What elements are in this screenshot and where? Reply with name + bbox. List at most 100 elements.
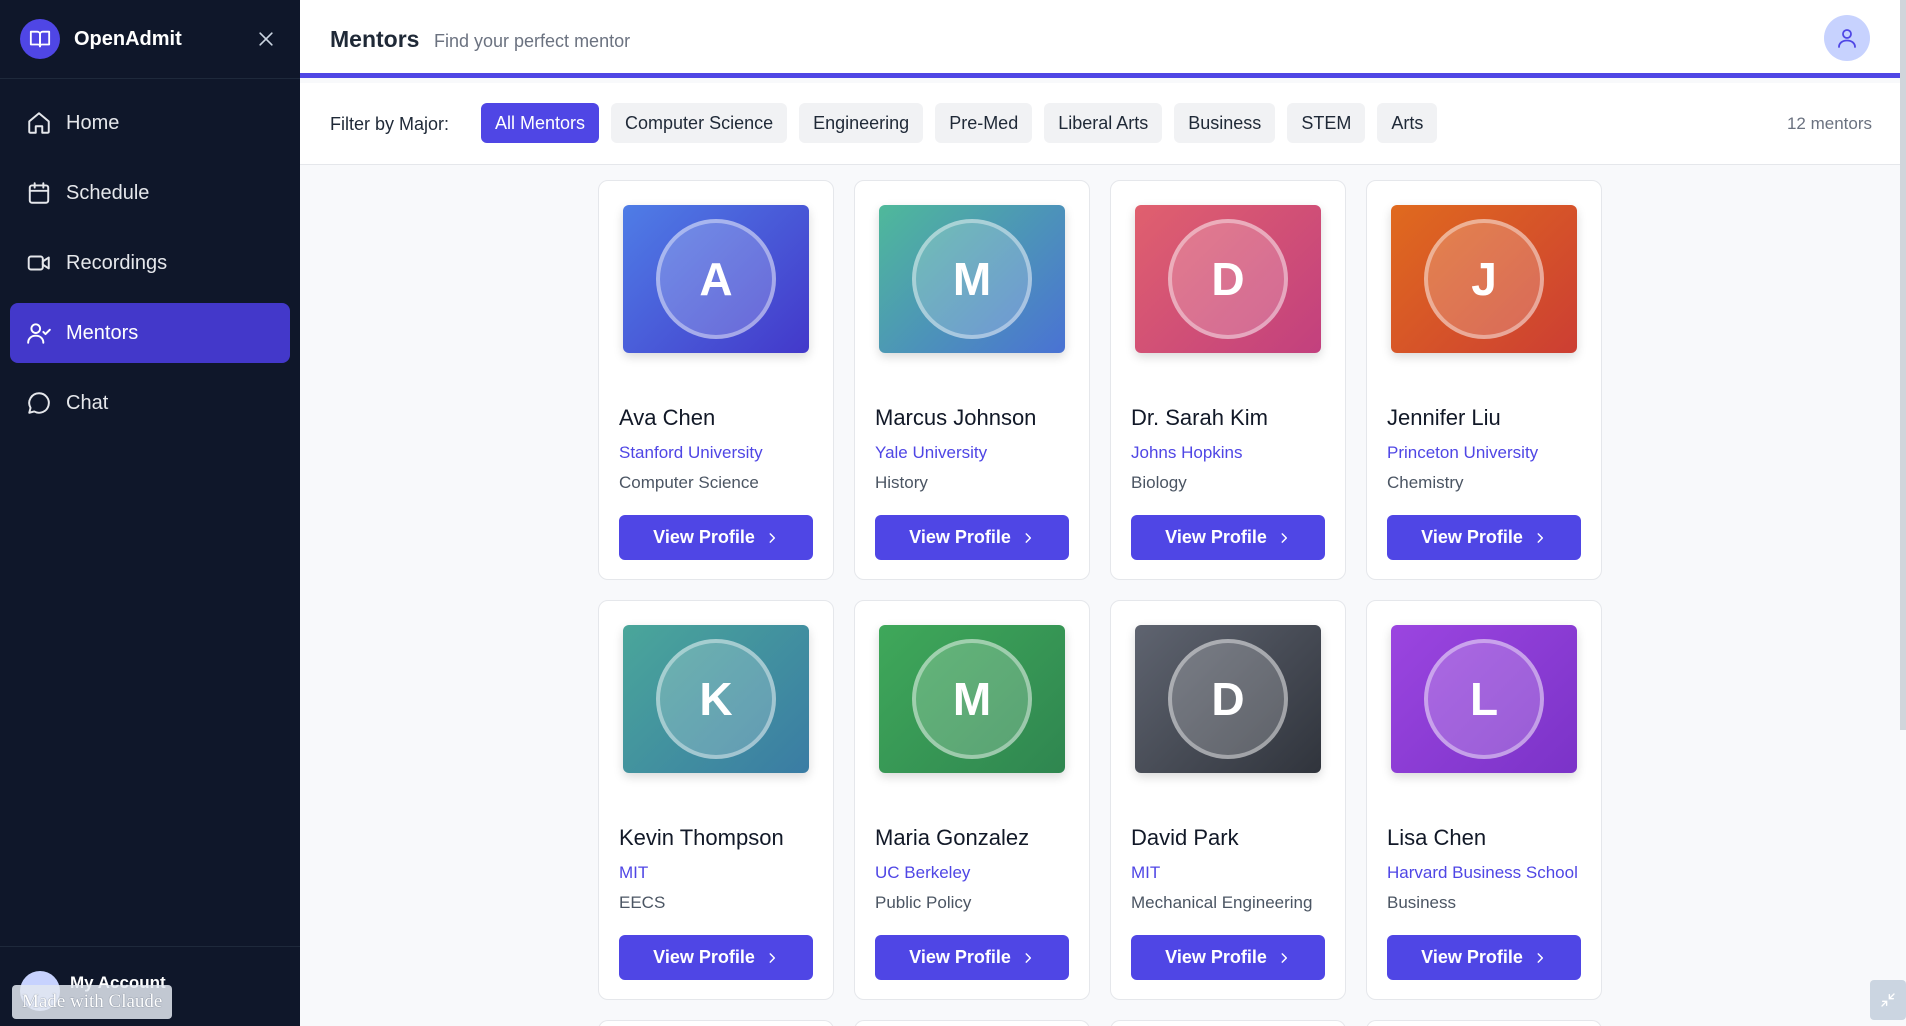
button-label: View Profile: [909, 947, 1011, 967]
mentor-grid: A Ava Chen Stanford University Computer …: [598, 180, 1602, 1000]
view-profile-button[interactable]: View Profile: [875, 515, 1069, 560]
mentor-initial: J: [1424, 219, 1544, 339]
mentor-avatar: M: [879, 205, 1065, 353]
sidebar-item-home[interactable]: Home: [10, 93, 290, 153]
mentor-card: [854, 1020, 1090, 1026]
app-name: OpenAdmit: [74, 27, 182, 50]
chevron-right-icon: [1537, 532, 1543, 543]
filter-chip-arts[interactable]: Arts: [1377, 103, 1438, 143]
sidebar-item-label: Schedule: [66, 181, 150, 204]
sidebar-item-recordings[interactable]: Recordings: [10, 233, 290, 293]
mentor-card: D David Park MIT Mechanical Engineering …: [1110, 600, 1346, 1000]
filter-chip-business[interactable]: Business: [1174, 103, 1276, 143]
mentor-card: [598, 1020, 834, 1026]
mentor-card: J Jennifer Liu Princeton University Chem…: [1366, 180, 1602, 580]
close-sidebar-button[interactable]: [252, 25, 280, 53]
mentor-initial: M: [912, 639, 1032, 759]
mentor-avatar: A: [623, 205, 809, 353]
mentor-school: MIT: [1131, 863, 1161, 882]
mentor-card: A Ava Chen Stanford University Computer …: [598, 180, 834, 580]
view-profile-button[interactable]: View Profile: [1131, 935, 1325, 980]
sidebar-item-chat[interactable]: Chat: [10, 373, 290, 433]
mentor-school: MIT: [619, 863, 649, 882]
calendar-icon: [28, 182, 50, 204]
mentor-initial: L: [1424, 639, 1544, 759]
view-profile-button[interactable]: View Profile: [1387, 935, 1581, 980]
chevron-right-icon: [1281, 532, 1287, 543]
mentor-name: Marcus Johnson: [875, 405, 1037, 430]
filter-chip-engineering[interactable]: Engineering: [799, 103, 924, 143]
chevron-right-icon: [1281, 952, 1287, 963]
mentor-school: Harvard Business School: [1387, 863, 1578, 882]
sidebar-item-label: Recordings: [66, 251, 168, 274]
mentor-major: Business: [1387, 893, 1456, 912]
sidebar-nav: Home Schedule Recordings Mentors Chat: [0, 79, 300, 457]
sidebar-item-schedule[interactable]: Schedule: [10, 163, 290, 223]
mentor-school: Stanford University: [619, 443, 763, 462]
mentor-major: Biology: [1131, 473, 1187, 492]
filter-chip-computer-science[interactable]: Computer Science: [611, 103, 788, 143]
mentor-initial: K: [656, 639, 776, 759]
chat-bubble-icon: [28, 392, 50, 414]
button-label: View Profile: [1165, 527, 1267, 547]
view-profile-button[interactable]: View Profile: [619, 935, 813, 980]
scrollbar[interactable]: [1900, 0, 1906, 730]
mentor-name: Maria Gonzalez: [875, 825, 1030, 850]
filter-chip-all-mentors[interactable]: All Mentors: [481, 103, 600, 143]
filter-chip-liberal-arts[interactable]: Liberal Arts: [1044, 103, 1163, 143]
mentor-major: Chemistry: [1387, 473, 1464, 492]
mentor-avatar: D: [1135, 625, 1321, 773]
mentor-count: 12 mentors: [1786, 114, 1872, 133]
mentor-major: Computer Science: [619, 473, 759, 492]
mentor-name: Dr. Sarah Kim: [1131, 405, 1268, 430]
filter-label: Filter by Major:: [330, 114, 450, 134]
chevron-right-icon: [769, 952, 775, 963]
made-with-badge[interactable]: Made with Claude: [12, 985, 173, 1019]
user-check-icon: [27, 323, 51, 344]
chevron-right-icon: [1537, 952, 1543, 963]
main-content: Mentors Find your perfect mentor Filter …: [300, 0, 1906, 1026]
chevron-right-icon: [1025, 532, 1031, 543]
mentor-card: [1110, 1020, 1346, 1026]
sidebar-item-label: Mentors: [66, 321, 139, 344]
mentor-school: UC Berkeley: [875, 863, 971, 882]
sidebar: OpenAdmit Home Schedule Recordings Mento…: [0, 0, 300, 1026]
view-profile-button[interactable]: View Profile: [1387, 515, 1581, 560]
user-avatar-button[interactable]: [1824, 15, 1870, 61]
mentor-card: K Kevin Thompson MIT EECS View Profile: [598, 600, 834, 1000]
mentor-card: D Dr. Sarah Kim Johns Hopkins Biology Vi…: [1110, 180, 1346, 580]
view-profile-button[interactable]: View Profile: [875, 935, 1069, 980]
button-label: View Profile: [653, 527, 755, 547]
view-profile-button[interactable]: View Profile: [1131, 515, 1325, 560]
sidebar-item-label: Home: [66, 111, 120, 134]
mentor-initial: D: [1168, 219, 1288, 339]
chevron-right-icon: [1025, 952, 1031, 963]
mentor-major: History: [875, 473, 928, 492]
collapse-button[interactable]: [1870, 980, 1906, 1020]
sidebar-item-label: Chat: [66, 391, 109, 414]
close-icon: [259, 32, 273, 46]
button-label: View Profile: [909, 527, 1011, 547]
filter-chip-pre-med[interactable]: Pre-Med: [935, 103, 1033, 143]
page-header: Mentors Find your perfect mentor: [300, 0, 1900, 78]
filter-chips: All Mentors Computer Science Engineering…: [481, 103, 1438, 143]
mentor-initial: A: [656, 219, 776, 339]
mentor-name: Ava Chen: [619, 405, 716, 430]
button-label: View Profile: [1421, 947, 1523, 967]
mentor-avatar: L: [1391, 625, 1577, 773]
mentor-initial: D: [1168, 639, 1288, 759]
mentor-initial: M: [912, 219, 1032, 339]
home-icon: [28, 112, 50, 134]
button-label: View Profile: [1421, 527, 1523, 547]
sidebar-item-mentors[interactable]: Mentors: [10, 303, 290, 363]
view-profile-button[interactable]: View Profile: [619, 515, 813, 560]
mentor-avatar: K: [623, 625, 809, 773]
mentor-school: Johns Hopkins: [1131, 443, 1243, 462]
mentor-avatar: D: [1135, 205, 1321, 353]
filter-chip-stem[interactable]: STEM: [1287, 103, 1366, 143]
mentor-major: Public Policy: [875, 893, 972, 912]
mentor-avatar: M: [879, 625, 1065, 773]
mentor-school: Princeton University: [1387, 443, 1539, 462]
page-title: Mentors: [330, 26, 420, 52]
mentor-card: L Lisa Chen Harvard Business School Busi…: [1366, 600, 1602, 1000]
